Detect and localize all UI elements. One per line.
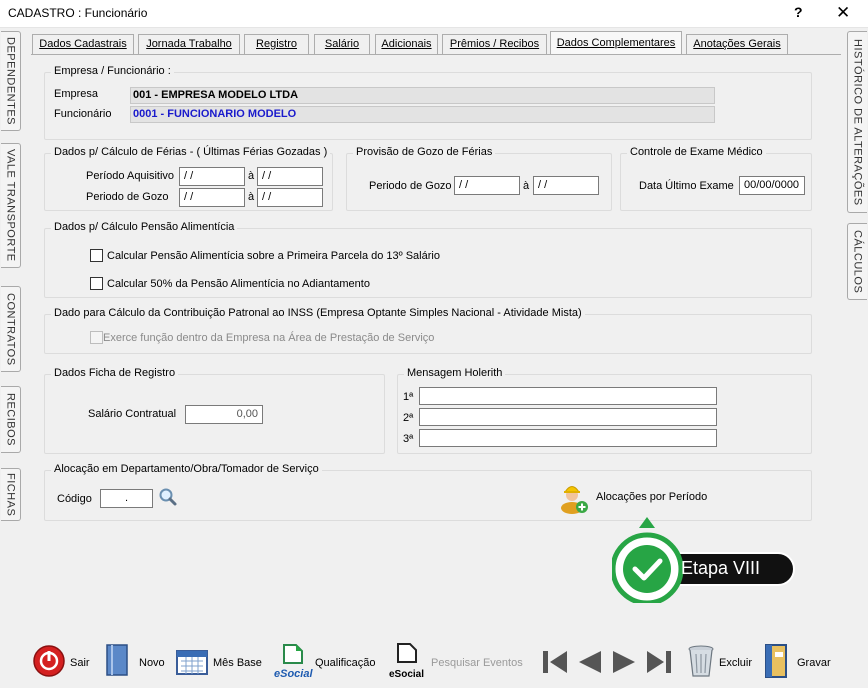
first-record-icon[interactable] [540, 648, 570, 676]
tab-salario[interactable]: Salário [314, 34, 370, 54]
side-tab-fichas[interactable]: FICHAS [1, 468, 21, 521]
window-body: DEPENDENTES VALE TRANSPORTE CONTRATOS RE… [0, 28, 868, 688]
alocacao-group-legend: Alocação em Departamento/Obra/Tomador de… [51, 463, 322, 475]
empresa-label: Empresa [54, 88, 99, 100]
empresa-group-legend: Empresa / Funcionário : [51, 65, 174, 77]
pensao-13-label: Calcular Pensão Alimentícia sobre a Prim… [107, 250, 440, 262]
gozo-inicio-input[interactable]: / / [179, 188, 245, 207]
provisao-fim-input[interactable]: / / [533, 176, 599, 195]
last-record-icon[interactable] [644, 648, 674, 676]
worker-add-icon[interactable] [558, 479, 592, 515]
codigo-input[interactable]: . [100, 489, 153, 508]
gozo-fim-input[interactable]: / / [257, 188, 323, 207]
ferias-group-legend: Dados p/ Cálculo de Férias - ( Últimas F… [51, 146, 331, 158]
help-button[interactable]: ? [794, 4, 803, 20]
new-document-icon[interactable] [104, 642, 134, 678]
empresa-field: 001 - EMPRESA MODELO LTDA [130, 87, 715, 104]
side-tab-historico[interactable]: HISTÓRICO DE ALTERAÇÕES [847, 31, 867, 213]
close-button[interactable]: ✕ [836, 3, 850, 23]
holerith-line1-input[interactable] [419, 387, 717, 405]
etapa-badge-graphic [612, 517, 795, 603]
codigo-label: Código [57, 493, 92, 505]
inss-label: Exerce função dentro da Empresa na Área … [103, 332, 435, 344]
power-icon[interactable] [32, 644, 66, 678]
ficha-group: Dados Ficha de Registro Salário Contratu… [44, 367, 385, 454]
aquisitivo-sep: à [248, 170, 255, 182]
side-tab-vale-transporte[interactable]: VALE TRANSPORTE [1, 143, 21, 268]
data-ultimo-exame-input[interactable]: 00/00/0000 [739, 176, 805, 195]
search-icon[interactable] [158, 487, 178, 507]
gozo-sep: à [248, 191, 255, 203]
esocial-search-icon[interactable] [392, 642, 424, 664]
exame-group-legend: Controle de Exame Médico [627, 146, 766, 158]
sair-button[interactable]: Sair [70, 657, 90, 669]
provisao-group-legend: Provisão de Gozo de Férias [353, 146, 496, 158]
next-record-icon[interactable] [610, 648, 638, 676]
pesquisar-eventos-button[interactable]: Pesquisar Eventos [431, 657, 523, 669]
window-title: CADASTRO : Funcionário [8, 6, 148, 20]
side-tab-calculos[interactable]: CÁLCULOS [847, 223, 867, 300]
holerith-line3-label: 3ª [403, 433, 414, 445]
gravar-button[interactable]: Gravar [797, 657, 831, 669]
periodo-aquisitivo-label: Período Aquisitivo [86, 170, 175, 182]
pensao-group: Dados p/ Cálculo Pensão Alimentícia Calc… [44, 221, 812, 298]
side-tab-contratos[interactable]: CONTRATOS [1, 286, 21, 372]
excluir-button[interactable]: Excluir [719, 657, 752, 669]
funcionario-field: 0001 - FUNCIONARIO MODELO [130, 106, 715, 123]
holerith-line1-label: 1ª [403, 391, 414, 403]
holerith-line2-label: 2ª [403, 412, 414, 424]
holerith-group-legend: Mensagem Holerith [404, 367, 506, 379]
provisao-gozo-label: Periodo de Gozo [369, 180, 452, 192]
holerith-line3-input[interactable] [419, 429, 717, 447]
tab-jornada-trabalho[interactable]: Jornada Trabalho [138, 34, 240, 54]
tab-registro[interactable]: Registro [244, 34, 309, 54]
esocial-icon[interactable] [278, 643, 310, 665]
pensao-50-label: Calcular 50% da Pensão Alimentícia no Ad… [107, 278, 370, 290]
esocial-search-label: eSocial [389, 669, 425, 680]
provisao-sep: à [523, 180, 530, 192]
salario-contratual-input[interactable]: 0,00 [185, 405, 263, 424]
tab-adicionais[interactable]: Adicionais [375, 34, 438, 54]
tab-dados-cadastrais[interactable]: Dados Cadastrais [32, 34, 134, 54]
title-bar: CADASTRO : Funcionário ? ✕ [0, 0, 868, 28]
etapa-badge-label: Etapa VIII [681, 558, 761, 578]
pensao-group-legend: Dados p/ Cálculo Pensão Alimentícia [51, 221, 238, 233]
alocacoes-periodo-link[interactable]: Alocações por Período [596, 491, 707, 503]
previous-record-icon[interactable] [576, 648, 604, 676]
tab-anotacoes-gerais[interactable]: Anotações Gerais [686, 34, 788, 54]
trash-icon[interactable] [686, 643, 716, 679]
tab-dados-complementares[interactable]: Dados Complementares [550, 31, 682, 54]
holerith-line2-input[interactable] [419, 408, 717, 426]
tab-premios-recibos[interactable]: Prêmios / Recibos [442, 34, 547, 54]
data-ultimo-exame-label: Data Último Exame [639, 180, 734, 192]
ferias-group: Dados p/ Cálculo de Férias - ( Últimas F… [44, 146, 333, 211]
holerith-group: Mensagem Holerith 1ª 2ª 3ª [397, 367, 812, 454]
pensao-50-checkbox[interactable] [90, 277, 103, 290]
inss-group-legend: Dado para Cálculo da Contribuição Patron… [51, 307, 585, 319]
pensao-13-checkbox[interactable] [90, 249, 103, 262]
qualificacao-button[interactable]: Qualificação [315, 657, 376, 669]
ficha-group-legend: Dados Ficha de Registro [51, 367, 179, 379]
provisao-inicio-input[interactable]: / / [454, 176, 520, 195]
funcionario-label: Funcionário [54, 108, 112, 120]
periodo-gozo-label: Periodo de Gozo [86, 191, 169, 203]
inss-checkbox[interactable] [90, 331, 103, 344]
inss-group: Dado para Cálculo da Contribuição Patron… [44, 307, 812, 354]
aquisitivo-inicio-input[interactable]: / / [179, 167, 245, 186]
calendar-icon[interactable] [175, 648, 209, 676]
save-binder-icon[interactable] [762, 642, 792, 680]
side-tab-recibos[interactable]: RECIBOS [1, 386, 21, 453]
side-tab-dependentes[interactable]: DEPENDENTES [1, 31, 21, 131]
novo-button[interactable]: Novo [139, 657, 165, 669]
aquisitivo-fim-input[interactable]: / / [257, 167, 323, 186]
mes-base-button[interactable]: Mês Base [213, 657, 262, 669]
empresa-group: Empresa / Funcionário : Empresa 001 - EM… [44, 65, 812, 140]
salario-contratual-label: Salário Contratual [88, 408, 177, 420]
esocial-label: eSocial [274, 668, 313, 680]
provisao-group: Provisão de Gozo de Férias Periodo de Go… [346, 146, 612, 211]
exame-group: Controle de Exame Médico Data Último Exa… [620, 146, 812, 211]
